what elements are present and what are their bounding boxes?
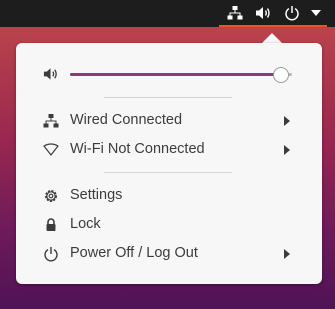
separator: [104, 172, 232, 173]
menu-item-settings[interactable]: Settings: [16, 181, 322, 210]
power-icon: [43, 246, 59, 262]
gear-icon: [43, 188, 59, 204]
menu-item-lock[interactable]: Lock: [16, 210, 322, 239]
system-tray[interactable]: [219, 0, 335, 27]
volume-slider[interactable]: [70, 67, 292, 83]
volume-slider-fill: [70, 73, 281, 76]
power-icon: [285, 5, 299, 21]
volume-indicator[interactable]: [252, 0, 274, 25]
top-panel: [0, 0, 335, 27]
network-wired-icon: [227, 5, 243, 19]
menu-item-label: Power Off / Log Out: [70, 245, 198, 261]
menu-item-label: Lock: [70, 216, 101, 232]
network-indicator[interactable]: [224, 0, 246, 25]
wifi-icon: [43, 142, 59, 158]
menu-item-wifi[interactable]: Wi-Fi Not Connected: [16, 135, 322, 164]
submenu-arrow-icon: [284, 145, 290, 155]
submenu-arrow-icon: [284, 249, 290, 259]
menu-item-power[interactable]: Power Off / Log Out: [16, 239, 322, 268]
speaker-volume-icon: [255, 6, 270, 19]
volume-slider-handle[interactable]: [272, 67, 289, 83]
menu-item-label: Wi-Fi Not Connected: [70, 141, 205, 157]
power-indicator[interactable]: [281, 0, 303, 25]
system-menu: Wired Connected Wi-Fi Not Connected Sett…: [16, 43, 322, 284]
menu-pointer: [262, 33, 282, 43]
separator: [104, 97, 232, 98]
menu-item-label: Wired Connected: [70, 112, 183, 128]
menu-item-wired[interactable]: Wired Connected: [16, 106, 322, 135]
submenu-arrow-icon: [284, 116, 290, 126]
menu-item-label: Settings: [70, 187, 123, 203]
chevron-down-icon: [311, 9, 321, 16]
network-wired-icon: [43, 113, 59, 129]
volume-row: [16, 60, 322, 88]
lock-icon: [43, 217, 59, 233]
speaker-volume-icon: [43, 68, 57, 80]
active-indicator-underline: [219, 25, 327, 27]
tray-menu-arrow[interactable]: [307, 0, 325, 25]
